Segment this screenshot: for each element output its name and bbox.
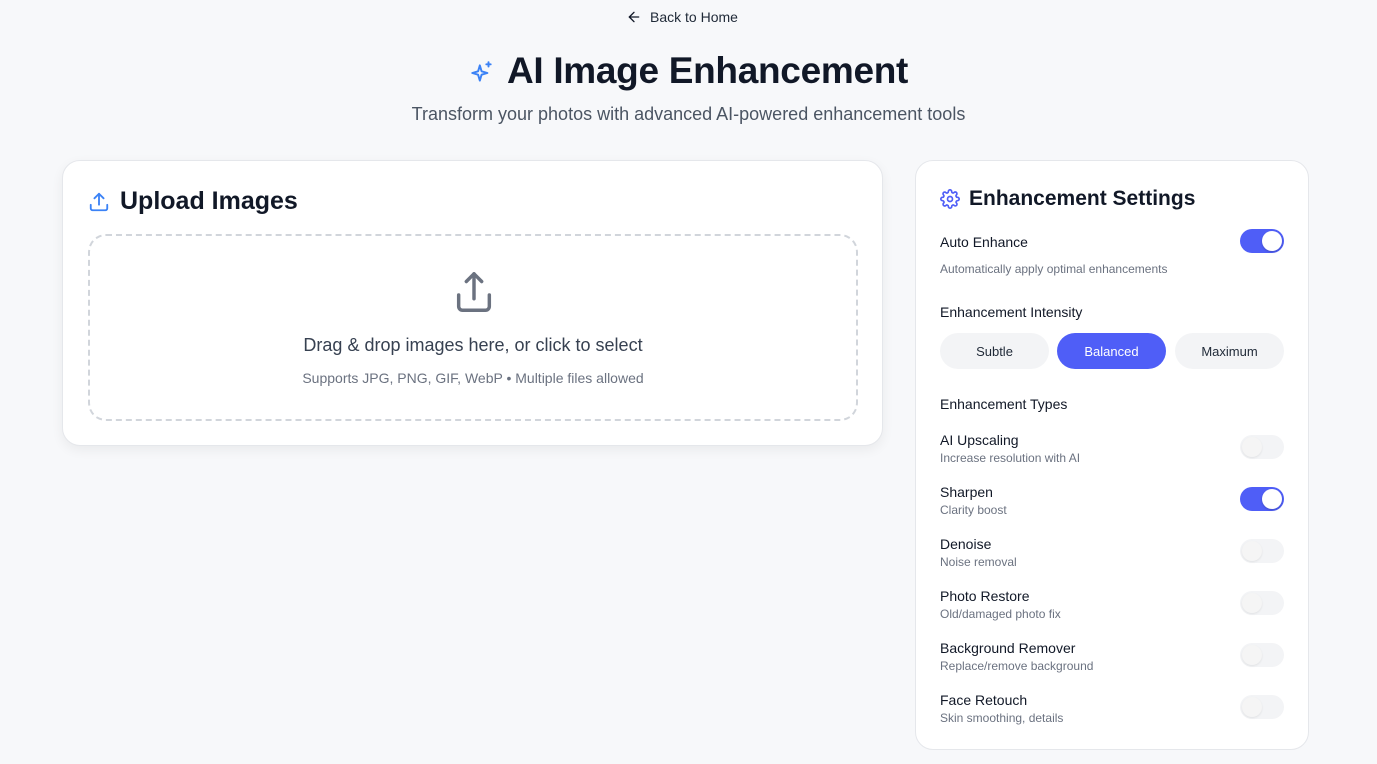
type-photo-restore-label: Photo Restore: [940, 588, 1030, 604]
type-photo-restore-description: Old/damaged photo fix: [940, 607, 1061, 621]
type-sharpen-description: Clarity boost: [940, 503, 1007, 517]
intensity-option-balanced[interactable]: Balanced: [1057, 333, 1166, 369]
face-retouch-toggle[interactable]: [1240, 695, 1284, 719]
intensity-option-maximum[interactable]: Maximum: [1175, 333, 1284, 369]
page-subtitle: Transform your photos with advanced AI-p…: [411, 104, 966, 124]
dropzone-hint: Supports JPG, PNG, GIF, WebP • Multiple …: [302, 370, 644, 386]
image-dropzone[interactable]: Drag & drop images here, or click to sel…: [88, 234, 858, 421]
auto-enhance-label: Auto Enhance: [940, 234, 1028, 250]
page-title: AI Image Enhancement: [506, 50, 909, 91]
upload-icon: [89, 192, 109, 211]
settings-header: Enhancement Settings: [940, 187, 1195, 211]
intensity-option-subtle[interactable]: Subtle: [940, 333, 1049, 369]
enhancement-settings-card: Enhancement Settings Auto Enhance Automa…: [915, 160, 1309, 750]
type-face-retouch-description: Skin smoothing, details: [940, 711, 1064, 725]
back-to-home-link[interactable]: Back to Home: [626, 9, 738, 25]
type-background-remover-description: Replace/remove background: [940, 659, 1094, 673]
type-face-retouch-label: Face Retouch: [940, 692, 1028, 708]
toggle-knob: [1242, 437, 1262, 457]
upload-icon: [456, 272, 492, 312]
arrow-left-icon: [628, 11, 640, 23]
upload-card-title: Upload Images: [120, 187, 298, 215]
intensity-label: Enhancement Intensity: [940, 304, 1083, 320]
ai-upscaling-toggle[interactable]: [1240, 435, 1284, 459]
page-header: AI Image Enhancement: [0, 50, 1377, 92]
gear-icon: [940, 189, 960, 209]
sparkles-icon: [471, 61, 492, 82]
upload-card-header: Upload Images: [88, 187, 298, 216]
auto-enhance-description: Automatically apply optimal enhancements: [940, 262, 1168, 276]
type-ai-upscaling-label: AI Upscaling: [940, 432, 1019, 448]
auto-enhance-toggle[interactable]: [1240, 229, 1284, 253]
type-denoise-description: Noise removal: [940, 555, 1017, 569]
back-to-home-label: Back to Home: [650, 9, 738, 25]
toggle-knob: [1262, 489, 1282, 509]
settings-title: Enhancement Settings: [969, 187, 1196, 210]
enhancement-types-label: Enhancement Types: [940, 396, 1068, 412]
toggle-knob: [1242, 541, 1262, 561]
type-background-remover-label: Background Remover: [940, 640, 1076, 656]
type-sharpen-label: Sharpen: [940, 484, 993, 500]
dropzone-title: Drag & drop images here, or click to sel…: [303, 335, 643, 355]
denoise-toggle[interactable]: [1240, 539, 1284, 563]
background-remover-toggle[interactable]: [1240, 643, 1284, 667]
toggle-knob: [1262, 231, 1282, 251]
type-ai-upscaling-description: Increase resolution with AI: [940, 451, 1081, 465]
sharpen-toggle[interactable]: [1240, 487, 1284, 511]
upload-card: Upload Images Drag & drop images here, o…: [62, 160, 883, 446]
photo-restore-toggle[interactable]: [1240, 591, 1284, 615]
type-denoise-label: Denoise: [940, 536, 992, 552]
toggle-knob: [1242, 697, 1262, 717]
toggle-knob: [1242, 645, 1262, 665]
toggle-knob: [1242, 593, 1262, 613]
